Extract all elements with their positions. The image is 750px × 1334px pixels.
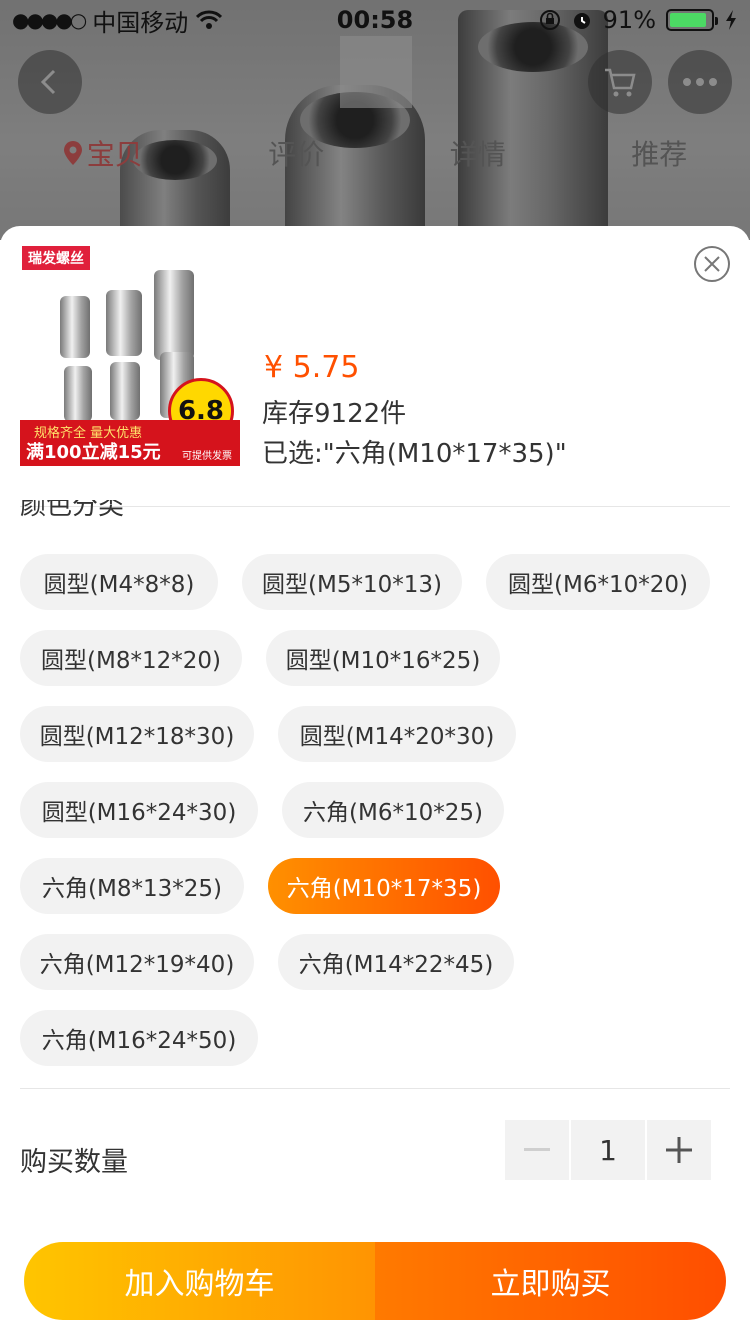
sku-option[interactable]: 圆型(M12*18*30) bbox=[20, 706, 254, 762]
divider bbox=[20, 506, 730, 507]
divider bbox=[20, 1088, 730, 1089]
image-nut bbox=[110, 362, 140, 420]
action-bar: 加入购物车 立即购买 bbox=[24, 1242, 726, 1320]
sku-option-selected[interactable]: 六角(M10*17*35) bbox=[268, 858, 500, 914]
status-bar: ●●●●○ 中国移动 00:58 91% bbox=[0, 0, 750, 40]
decrease-quantity-button[interactable] bbox=[505, 1120, 569, 1180]
quantity-label: 购买数量 bbox=[20, 1147, 128, 1178]
buy-now-button[interactable]: 立即购买 bbox=[375, 1242, 726, 1320]
quantity-stepper: 1 bbox=[505, 1120, 711, 1180]
minus-icon bbox=[524, 1148, 550, 1151]
sku-option[interactable]: 圆型(M4*8*8) bbox=[20, 554, 218, 610]
add-to-cart-button[interactable]: 加入购物车 bbox=[24, 1242, 375, 1320]
sku-option[interactable]: 圆型(M5*10*13) bbox=[242, 554, 462, 610]
sku-option[interactable]: 六角(M8*13*25) bbox=[20, 858, 244, 914]
product-image: 瑞发螺丝 6.8 规格齐全 量大优惠 满100立减15元 可提供发票 bbox=[20, 240, 240, 466]
status-time: 00:58 bbox=[336, 6, 414, 34]
brand-tag: 瑞发螺丝 bbox=[22, 246, 90, 270]
sku-section-title: 颜色分类 bbox=[20, 500, 125, 521]
image-nut bbox=[64, 366, 92, 422]
sku-option[interactable]: 六角(M16*24*50) bbox=[20, 1010, 258, 1066]
image-nut bbox=[60, 296, 90, 358]
image-nut bbox=[106, 290, 142, 356]
increase-quantity-button[interactable] bbox=[647, 1120, 711, 1180]
battery-icon bbox=[666, 9, 718, 31]
sku-option[interactable]: 六角(M12*19*40) bbox=[20, 934, 254, 990]
sku-option[interactable]: 圆型(M8*12*20) bbox=[20, 630, 242, 686]
plus-icon bbox=[666, 1137, 692, 1163]
close-button[interactable] bbox=[694, 246, 730, 282]
stock-count: 库存9122件 bbox=[262, 399, 407, 429]
sku-option[interactable]: 六角(M14*22*45) bbox=[278, 934, 514, 990]
quantity-input[interactable]: 1 bbox=[571, 1120, 645, 1180]
product-price: ¥ 5.75 bbox=[264, 350, 360, 385]
close-icon bbox=[704, 256, 720, 272]
sku-option[interactable]: 圆型(M6*10*20) bbox=[486, 554, 710, 610]
selected-variant: 已选:"六角(M10*17*35)" bbox=[262, 439, 567, 469]
sku-option[interactable]: 六角(M6*10*25) bbox=[282, 782, 504, 838]
image-promo-banner: 规格齐全 量大优惠 满100立减15元 可提供发票 bbox=[20, 420, 240, 466]
sku-option[interactable]: 圆型(M16*24*30) bbox=[20, 782, 258, 838]
sku-option[interactable]: 圆型(M14*20*30) bbox=[278, 706, 516, 762]
sku-option[interactable]: 圆型(M10*16*25) bbox=[266, 630, 500, 686]
image-nut bbox=[154, 270, 194, 360]
